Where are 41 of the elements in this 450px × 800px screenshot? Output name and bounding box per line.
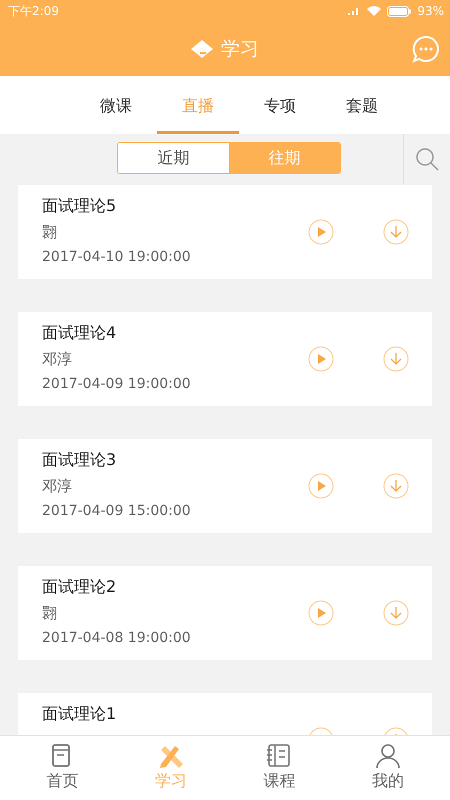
logo-icon [191, 40, 213, 58]
tab[interactable]: 专项 [239, 76, 321, 134]
lesson-time: 2017-04-10 19:00:00 [42, 248, 191, 266]
lesson-time: 2017-04-08 19:00:00 [42, 629, 191, 647]
lesson-title: 面试理论3 [42, 449, 116, 471]
battery-icon [387, 6, 412, 16]
page-title: 学习 [221, 37, 259, 62]
lesson-title: 面试理论4 [42, 322, 116, 344]
battery-level: 93% [417, 4, 444, 18]
lesson-title: 面试理论1 [42, 703, 116, 725]
download-icon[interactable] [383, 473, 409, 499]
teacher-name: 翾 [42, 222, 57, 242]
download-icon[interactable] [383, 600, 409, 626]
play-icon[interactable] [308, 219, 334, 245]
lesson-card[interactable]: 面试理论5 翾 2017-04-10 19:00:00 [18, 185, 432, 279]
status-time: 下午2:09 [8, 2, 59, 20]
wifi-icon [367, 6, 382, 16]
lesson-title: 面试理论5 [42, 195, 116, 217]
play-icon[interactable] [308, 346, 334, 372]
teacher-name: 邓淳 [42, 476, 72, 496]
lesson-time: 2017-04-09 19:00:00 [42, 375, 191, 393]
teacher-name: 翾 [42, 603, 57, 623]
lesson-card[interactable]: 面试理论3 邓淳 2017-04-09 15:00:00 [18, 439, 432, 533]
chat-icon[interactable] [412, 35, 440, 63]
lesson-card[interactable]: 面试理论2 翾 2017-04-08 19:00:00 [18, 566, 432, 660]
teacher-name: 邓淳 [42, 349, 72, 369]
lesson-title: 面试理论2 [42, 576, 116, 598]
nav-tab[interactable]: 首页 [22, 736, 102, 792]
nav-tab[interactable]: 我的 [348, 736, 428, 792]
download-icon[interactable] [383, 346, 409, 372]
lesson-card[interactable]: 面试理论1 [18, 693, 432, 735]
download-icon[interactable] [383, 219, 409, 245]
tab[interactable]: 套题 [321, 76, 403, 134]
play-icon[interactable] [308, 473, 334, 499]
play-icon[interactable] [308, 600, 334, 626]
person-icon [374, 742, 402, 770]
tab[interactable]: 微课 [75, 76, 157, 134]
lesson-card[interactable]: 面试理论4 邓淳 2017-04-09 19:00:00 [18, 312, 432, 406]
nav-tab[interactable]: 课程 [239, 736, 320, 792]
lesson-time: 2017-04-09 15:00:00 [42, 502, 191, 520]
search-icon[interactable] [415, 147, 439, 171]
